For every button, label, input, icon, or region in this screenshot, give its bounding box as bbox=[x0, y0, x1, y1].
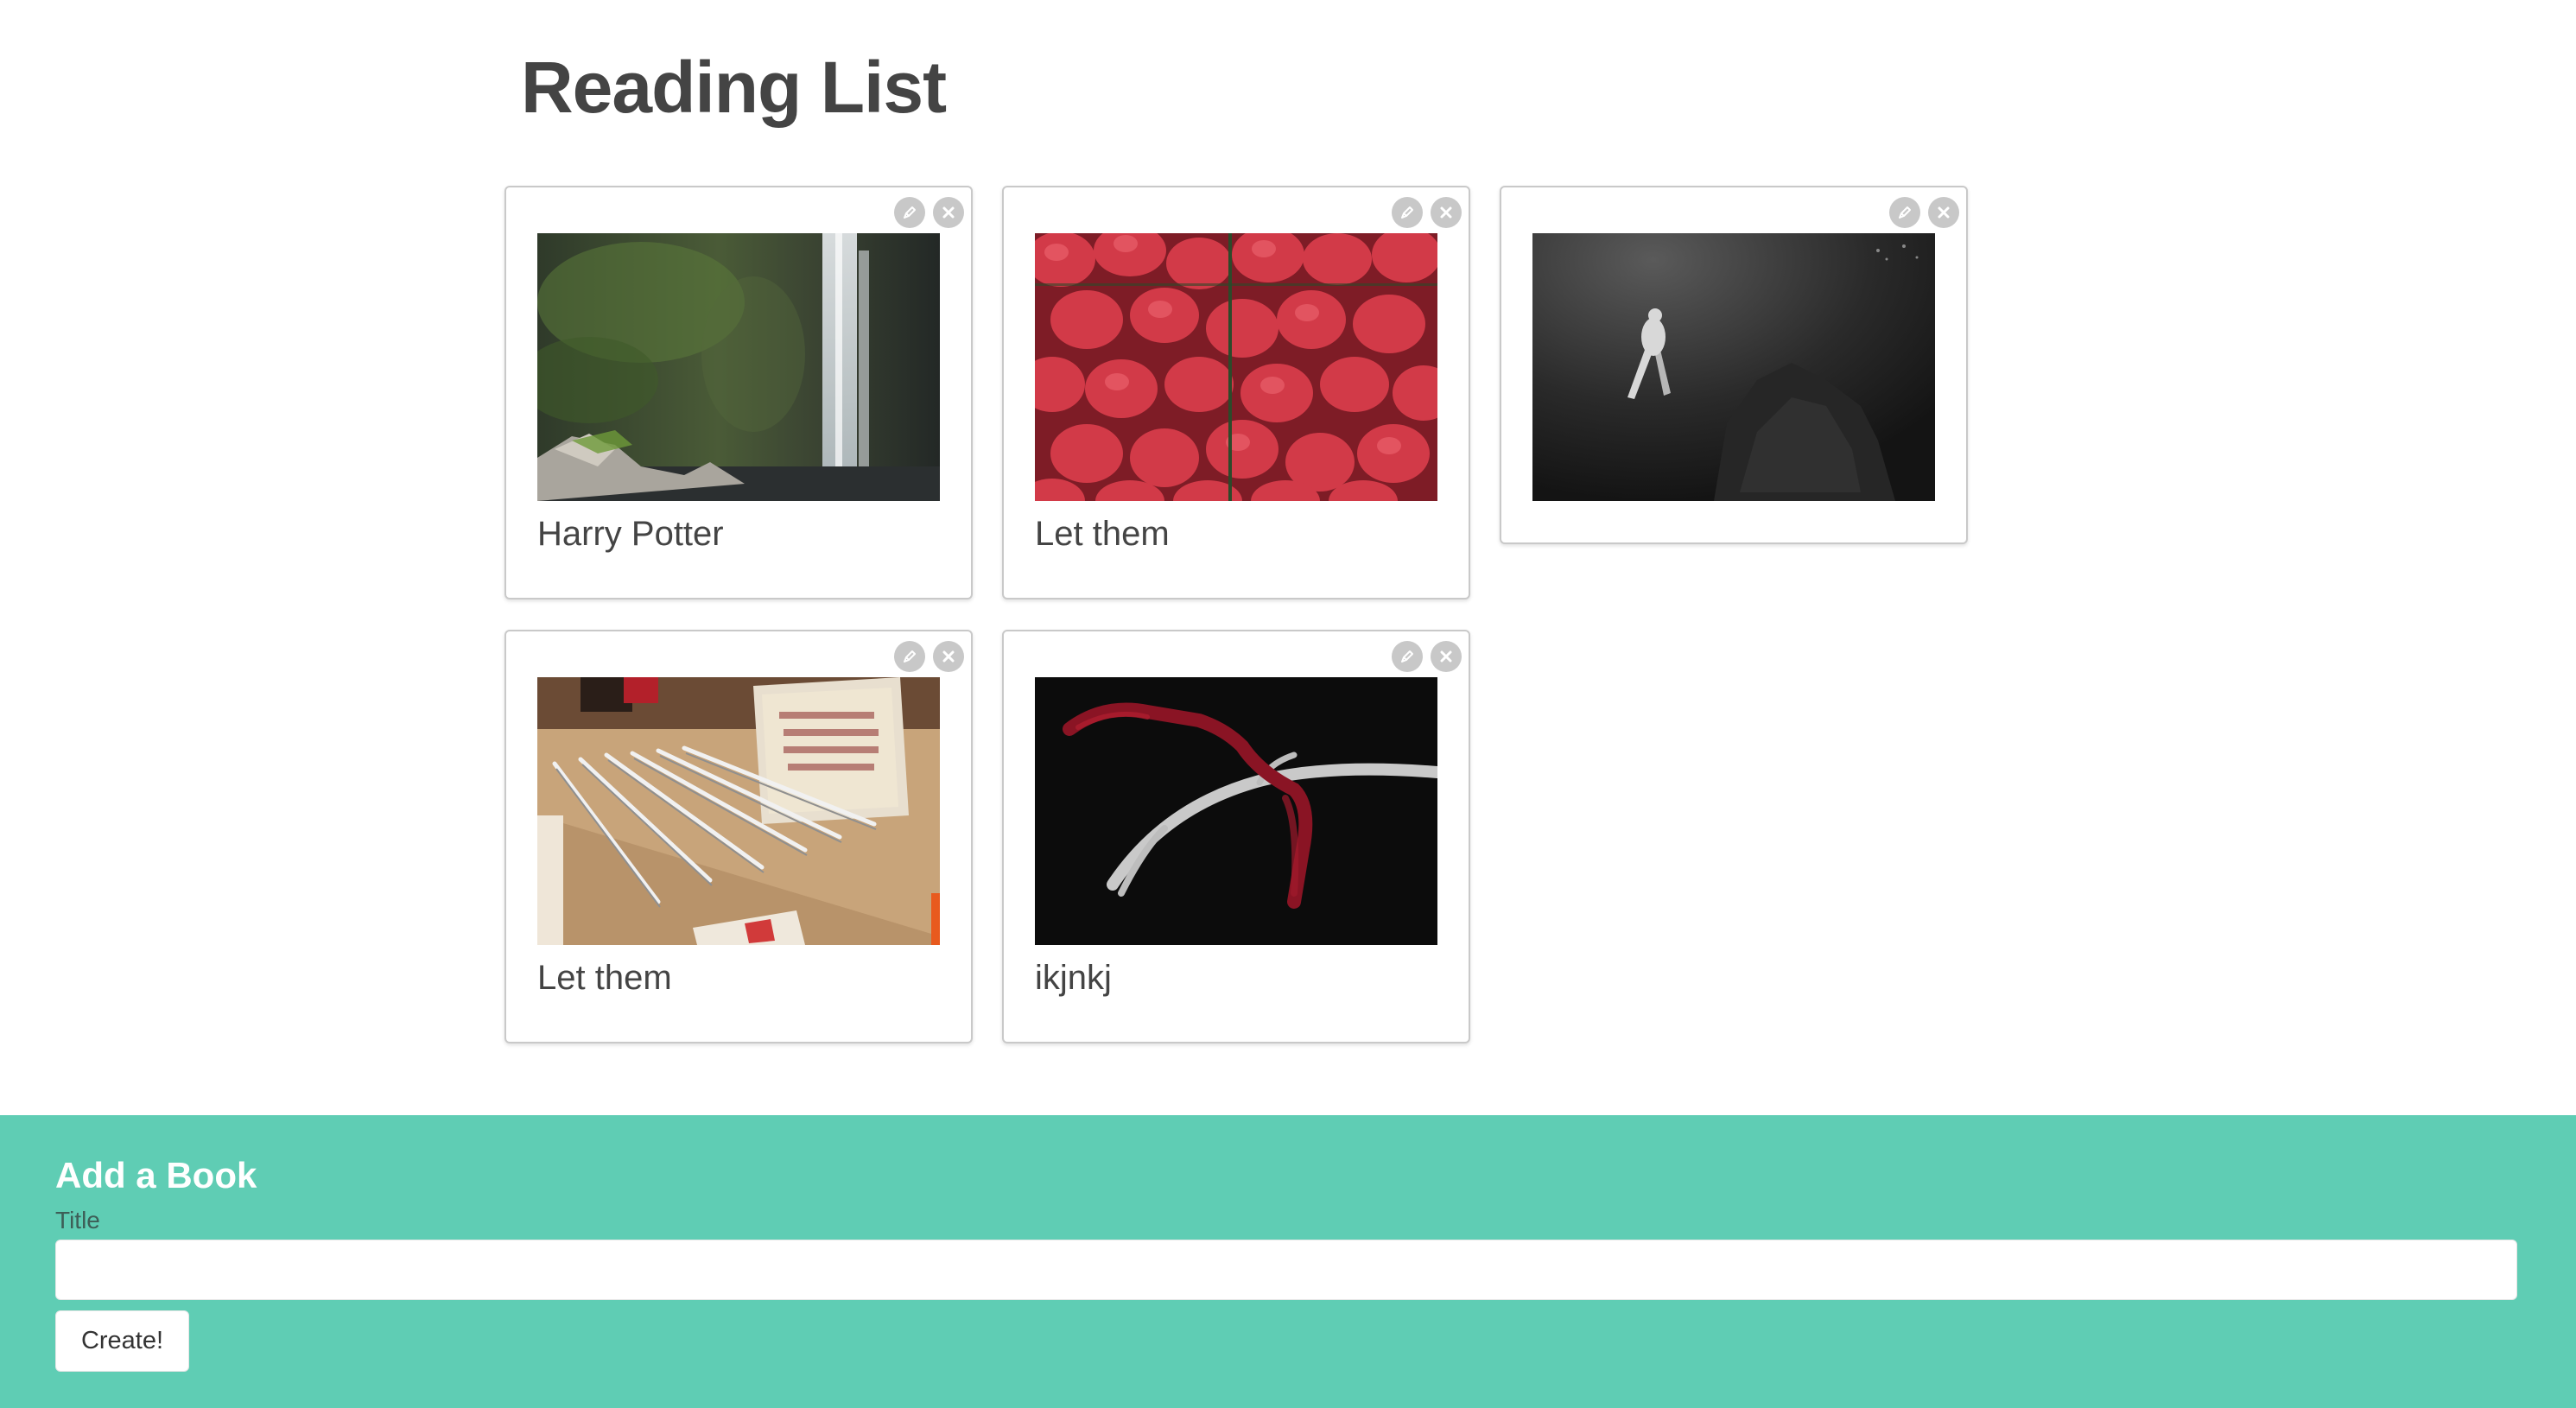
card-actions bbox=[1889, 197, 1959, 228]
pencil-icon[interactable] bbox=[894, 197, 925, 228]
title-label: Title bbox=[55, 1207, 100, 1234]
pencil-icon[interactable] bbox=[1392, 641, 1423, 672]
book-card: ikjnkj bbox=[1002, 630, 1470, 1043]
antler-ribbon-photo bbox=[1035, 677, 1437, 945]
close-icon[interactable] bbox=[933, 197, 964, 228]
book-card: Let them bbox=[1002, 186, 1470, 599]
scuba-diver-photo bbox=[1532, 233, 1935, 501]
book-card: Harry Potter bbox=[504, 186, 973, 599]
card-actions bbox=[1392, 641, 1462, 672]
book-title: ikjnkj bbox=[1035, 959, 1112, 997]
close-icon[interactable] bbox=[1431, 197, 1462, 228]
close-icon[interactable] bbox=[933, 641, 964, 672]
add-book-heading: Add a Book bbox=[55, 1155, 257, 1196]
book-title: Let them bbox=[537, 959, 672, 997]
book-title: Let them bbox=[1035, 515, 1170, 553]
card-actions bbox=[1392, 197, 1462, 228]
page-title: Reading List bbox=[521, 47, 947, 128]
add-book-section: Add a Book Title Create! bbox=[0, 1115, 2576, 1408]
close-icon[interactable] bbox=[1431, 641, 1462, 672]
pencils-photo bbox=[537, 677, 940, 945]
book-card: Let them bbox=[504, 630, 973, 1043]
strawberries-photo bbox=[1035, 233, 1437, 501]
book-card bbox=[1500, 186, 1968, 544]
pencil-icon[interactable] bbox=[1889, 197, 1920, 228]
card-actions bbox=[894, 197, 964, 228]
book-title: Harry Potter bbox=[537, 515, 724, 553]
waterfall-photo bbox=[537, 233, 940, 501]
pencil-icon[interactable] bbox=[1392, 197, 1423, 228]
create-button[interactable]: Create! bbox=[55, 1310, 189, 1372]
card-actions bbox=[894, 641, 964, 672]
close-icon[interactable] bbox=[1928, 197, 1959, 228]
page: Reading List Harry Potter Let them Let t… bbox=[0, 0, 2576, 1408]
pencil-icon[interactable] bbox=[894, 641, 925, 672]
title-input[interactable] bbox=[55, 1240, 2517, 1300]
